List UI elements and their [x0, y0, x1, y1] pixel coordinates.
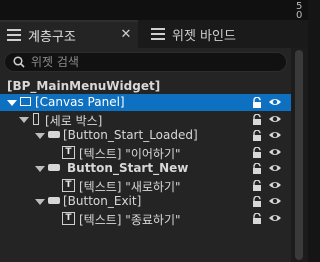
tree-row-label: [텍스트] "종료하기"	[79, 213, 181, 227]
close-icon[interactable]: ✕	[120, 28, 132, 41]
tree-row-root[interactable]: [BP_MainMenuWidget]	[0, 78, 291, 95]
button-icon	[48, 197, 60, 204]
expand-arrow-icon[interactable]	[35, 133, 45, 139]
search-icon	[13, 56, 25, 68]
hierarchy-icon	[7, 29, 21, 41]
visibility-eye-icon[interactable]	[268, 147, 282, 157]
tab-widget-bind[interactable]: 위젯 바인드	[144, 20, 284, 48]
tab-hierarchy[interactable]: 계층구조 ✕	[0, 20, 138, 48]
tree-row-canvas-panel[interactable]: [Canvas Panel]	[0, 94, 291, 111]
visibility-eye-icon[interactable]	[268, 180, 282, 190]
lock-icon[interactable]	[252, 163, 262, 174]
tree-row-label: [Button_Start_Loaded]	[63, 128, 198, 142]
tree-row-button-start-loaded[interactable]: [Button_Start_Loaded]	[0, 127, 291, 144]
search-box[interactable]	[4, 52, 287, 72]
expand-arrow-icon[interactable]	[19, 117, 29, 123]
lock-icon[interactable]	[252, 114, 262, 125]
tree-row-button-start-new[interactable]: Button_Start_New	[0, 160, 291, 177]
visibility-eye-icon[interactable]	[268, 114, 282, 124]
search-input[interactable]	[31, 54, 271, 70]
text-icon: T	[62, 146, 75, 159]
scrollbar[interactable]	[291, 48, 308, 262]
tree-row-text-continue[interactable]: T [텍스트] "이어하기"	[0, 144, 291, 161]
lock-icon[interactable]	[252, 213, 262, 224]
expand-arrow-icon[interactable]	[35, 166, 45, 172]
tree-row-vertical-box[interactable]: [세로 박스]	[0, 111, 291, 128]
tree-row-text-new-game[interactable]: T [텍스트] "새로하기"	[0, 177, 291, 194]
tree-row-text-exit[interactable]: T [텍스트] "종료하기"	[0, 210, 291, 227]
visibility-eye-icon[interactable]	[268, 163, 282, 173]
lock-icon[interactable]	[252, 97, 262, 108]
hierarchy-icon	[151, 28, 165, 40]
expand-arrow-icon[interactable]	[35, 199, 45, 205]
visibility-eye-icon[interactable]	[268, 97, 282, 107]
vertical-box-icon	[33, 113, 39, 125]
tab-hierarchy-label: 계층구조	[28, 29, 76, 45]
scrollbar-thumb[interactable]	[295, 50, 303, 260]
button-icon	[48, 131, 60, 138]
tree-row-label: [BP_MainMenuWidget]	[7, 79, 161, 93]
text-icon: T	[62, 179, 75, 192]
tab-bar: 계층구조 ✕ 위젯 바인드	[0, 20, 308, 48]
tree-row-label: [Canvas Panel]	[35, 95, 125, 109]
lock-icon[interactable]	[252, 196, 262, 207]
lock-icon[interactable]	[252, 130, 262, 141]
visibility-eye-icon[interactable]	[268, 213, 282, 223]
tree-row-button-exit[interactable]: [Button_Exit]	[0, 193, 291, 210]
tab-widget-bind-label: 위젯 바인드	[172, 28, 236, 44]
text-icon: T	[62, 212, 75, 225]
lock-icon[interactable]	[252, 147, 262, 158]
tree-row-label: Button_Start_New	[67, 161, 189, 175]
top-strip: 5 0	[0, 0, 308, 21]
hierarchy-panel: [BP_MainMenuWidget] [Canvas Panel] [세로 박…	[0, 48, 291, 262]
button-icon	[48, 164, 60, 171]
canvas-panel-icon	[20, 97, 31, 106]
tree-row-label: [Button_Exit]	[63, 194, 142, 208]
lock-icon[interactable]	[252, 180, 262, 191]
expand-arrow-icon[interactable]	[7, 100, 17, 106]
visibility-eye-icon[interactable]	[268, 196, 282, 206]
visibility-eye-icon[interactable]	[268, 130, 282, 140]
